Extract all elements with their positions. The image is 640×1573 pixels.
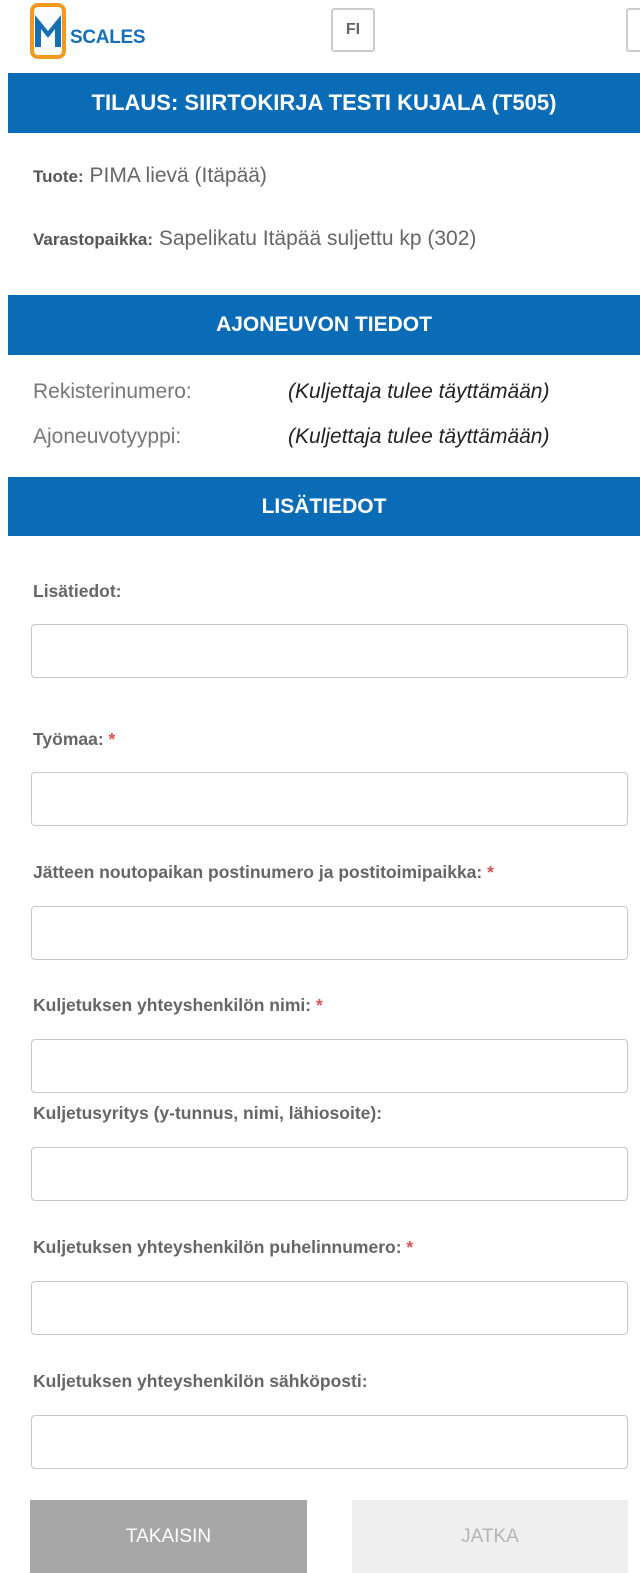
registration-label: Rekisterinumero: <box>33 380 192 403</box>
vehicle-type-value: (Kuljettaja tulee täyttämään) <box>288 425 550 448</box>
field-label-text: Jätteen noutopaikan postinumero ja posti… <box>33 862 483 882</box>
vehicle-type-label: Ajoneuvotyyppi: <box>33 425 182 448</box>
continue-button[interactable]: JATKA <box>352 1500 628 1573</box>
field-label-contact-email: Kuljetuksen yhteyshenkilön sähköposti: <box>33 1371 368 1392</box>
worksite-input[interactable] <box>31 772 628 826</box>
contact-name-input[interactable] <box>31 1039 628 1093</box>
order-title-bar: TILAUS: SIIRTOKIRJA TESTI KUJALA (T505) <box>8 73 640 133</box>
extra-info-section-bar: LISÄTIEDOT <box>8 477 640 536</box>
field-label-worksite: Työmaa: * <box>33 729 115 750</box>
field-label-contact-phone: Kuljetuksen yhteyshenkilön puhelinnumero… <box>33 1237 413 1258</box>
product-label: Tuote: <box>33 167 84 186</box>
required-mark: * <box>316 995 323 1015</box>
field-label-additional-info: Lisätiedot: <box>33 581 121 602</box>
additional-info-input[interactable] <box>31 624 628 678</box>
product-value: PIMA lievä (Itäpää) <box>89 164 267 187</box>
logo-m-icon <box>30 3 66 59</box>
language-button[interactable]: FI <box>331 8 375 52</box>
required-mark: * <box>487 862 494 882</box>
required-mark: * <box>406 1237 414 1257</box>
field-label-text: Kuljetuksen yhteyshenkilön nimi: <box>33 995 312 1015</box>
field-label-text: Kuljetuksen yhteyshenkilön sähköposti: <box>33 1371 368 1391</box>
field-label-text: Työmaa: <box>33 729 104 749</box>
storage-value: Sapelikatu Itäpää suljettu kp (302) <box>158 227 477 250</box>
mscales-logo[interactable]: SCALES <box>30 3 160 59</box>
contact-email-input[interactable] <box>31 1415 628 1469</box>
back-button[interactable]: TAKAISIN <box>30 1500 307 1573</box>
storage-label: Varastopaikka: <box>33 230 154 249</box>
menu-button[interactable] <box>626 8 640 52</box>
storage-line: Varastopaikka: Sapelikatu Itäpää suljett… <box>33 227 476 251</box>
contact-phone-input[interactable] <box>31 1281 628 1335</box>
pickup-postal-input[interactable] <box>31 906 628 960</box>
registration-value: (Kuljettaja tulee täyttämään) <box>288 380 550 403</box>
field-label-contact-name: Kuljetuksen yhteyshenkilön nimi: * <box>33 995 323 1016</box>
field-label-pickup-postal: Jätteen noutopaikan postinumero ja posti… <box>33 862 494 883</box>
top-bar: SCALES FI <box>0 0 640 72</box>
product-line: Tuote: PIMA lievä (Itäpää) <box>33 164 267 188</box>
field-label-text: Kuljetuksen yhteyshenkilön puhelinnumero… <box>33 1237 402 1257</box>
logo-text: SCALES <box>70 27 146 48</box>
transport-company-input[interactable] <box>31 1147 628 1201</box>
vehicle-section-bar: AJONEUVON TIEDOT <box>8 295 640 355</box>
field-label-transport-company: Kuljetusyritys (y-tunnus, nimi, lähiosoi… <box>33 1103 382 1124</box>
field-label-text: Kuljetusyritys (y-tunnus, nimi, lähiosoi… <box>33 1103 383 1123</box>
field-label-text: Lisätiedot: <box>33 581 122 601</box>
required-mark: * <box>108 729 116 749</box>
